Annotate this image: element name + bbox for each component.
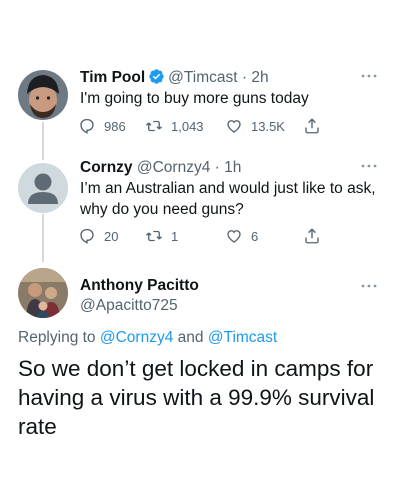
retweet-count: 1 [171, 228, 179, 244]
tweet-1-handle[interactable]: @Timcast [168, 69, 237, 86]
verified-badge-icon [148, 68, 165, 85]
tweet-2-handle[interactable]: @Cornzy4 [137, 159, 210, 176]
tweet-1-display-name[interactable]: Tim Pool [80, 69, 145, 86]
like-count: 13.5K [251, 118, 285, 134]
main-tweet-text: So we don’t get locked in camps for havi… [18, 356, 375, 439]
like-count: 6 [251, 228, 259, 244]
share-button[interactable] [303, 117, 321, 135]
replying-and-label: and [177, 329, 204, 346]
replying-to-label: Replying to [18, 329, 96, 346]
share-button[interactable] [303, 227, 321, 245]
share-icon [303, 227, 321, 245]
more-icon[interactable] [361, 73, 377, 79]
retweet-button[interactable]: 1 [145, 227, 225, 245]
tweet-1-text: I'm going to buy more guns today [80, 90, 309, 107]
replying-to-line: Replying to @Cornzy4 and @Timcast [18, 329, 277, 347]
more-icon[interactable] [361, 283, 377, 289]
retweet-button[interactable]: 1,043 [145, 117, 225, 135]
tweet-1-actions: 986 1,043 13.5K [78, 117, 338, 135]
tweet-2-text: I’m an Australian and would just like to… [80, 180, 376, 218]
avatar-cornzy[interactable] [18, 163, 68, 213]
share-icon [303, 117, 321, 135]
reply-count: 986 [104, 118, 126, 134]
reply-icon [78, 227, 96, 245]
main-tweet-handle[interactable]: @Apacitto725 [80, 297, 178, 315]
like-icon [225, 117, 243, 135]
main-tweet-display-name[interactable]: Anthony Pacitto [80, 277, 199, 295]
mention-link-cornzy4[interactable]: @Cornzy4 [100, 329, 173, 346]
tweet-2-time[interactable]: · 1h [215, 159, 242, 176]
tweet-1-time[interactable]: · 2h [242, 69, 269, 86]
avatar-anthony-pacitto[interactable] [18, 268, 68, 318]
tweet-2-actions: 20 1 6 [78, 227, 338, 245]
retweet-icon [145, 117, 163, 135]
thread-line-2 [42, 214, 44, 262]
reply-icon [78, 117, 96, 135]
reply-count: 20 [104, 228, 119, 244]
more-icon[interactable] [361, 163, 377, 169]
tweet-2-header: Cornzy @Cornzy4 · 1h [80, 158, 241, 177]
like-button[interactable]: 13.5K [225, 117, 303, 135]
tweet-1-header: Tim Pool @Timcast · 2h [80, 68, 269, 87]
mention-link-timcast[interactable]: @Timcast [208, 329, 277, 346]
retweet-count: 1,043 [171, 118, 204, 134]
reply-button[interactable]: 20 [78, 227, 145, 245]
thread-line-1 [42, 122, 44, 160]
reply-button[interactable]: 986 [78, 117, 145, 135]
like-button[interactable]: 6 [225, 227, 303, 245]
retweet-icon [145, 227, 163, 245]
tweet-2-display-name[interactable]: Cornzy [80, 159, 133, 176]
avatar-tim-pool[interactable] [18, 70, 68, 120]
like-icon [225, 227, 243, 245]
